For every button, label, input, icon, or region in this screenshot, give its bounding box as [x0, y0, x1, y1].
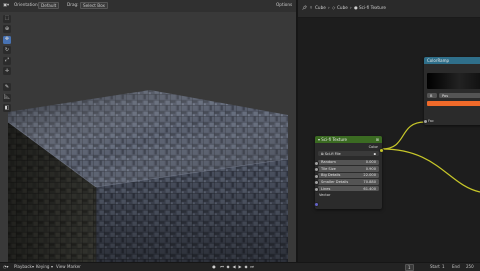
- keying-chevron-icon: ▾: [51, 264, 54, 269]
- add-cube-icon: ◧: [4, 104, 10, 111]
- scale-icon: ⤢: [4, 57, 9, 63]
- input-socket[interactable]: [313, 160, 319, 166]
- tool-separator: [3, 78, 13, 81]
- field-tile-size[interactable]: Tile Size 0.900: [313, 166, 379, 173]
- scifi-vector-socket[interactable]: [313, 202, 319, 207]
- scifi-output-label: Color: [368, 145, 378, 149]
- start-frame-field[interactable]: 1: [442, 264, 445, 269]
- tool-add-cube[interactable]: ◧: [3, 104, 11, 112]
- 3d-cursor-icon: ⊕: [4, 25, 10, 32]
- field-big-details[interactable]: Big Details 22.000: [313, 172, 379, 179]
- annotate-icon: ✎: [4, 83, 10, 90]
- play-icon[interactable]: ▶: [238, 265, 242, 269]
- playback-menu[interactable]: Playback: [14, 264, 32, 269]
- input-socket[interactable]: [313, 180, 319, 186]
- tool-measure[interactable]: 📐︎: [3, 93, 11, 102]
- field-smaller-details[interactable]: Smaller Details 70.880: [313, 179, 379, 186]
- node-link: [381, 121, 480, 193]
- options-menu[interactable]: Options: [276, 2, 292, 7]
- move-icon: ✥: [4, 36, 10, 42]
- colorramp-node-header[interactable]: ColorRamp: [424, 57, 480, 64]
- rotate-icon: ↻: [4, 46, 10, 53]
- colorramp-gradient[interactable]: [427, 73, 480, 89]
- scifi-texture-node[interactable]: ▾ Sci-fi Texture ⊞ Color ⧉ Sci-fi File ▪…: [313, 136, 384, 209]
- drag-dropdown[interactable]: Select Box: [80, 1, 109, 9]
- record-icon[interactable]: ●: [212, 265, 216, 269]
- scifi-file-selector[interactable]: ⧉ Sci-fi File ▪: [318, 151, 379, 157]
- next-key-icon[interactable]: ◆: [244, 265, 248, 269]
- scifi-cube-render: [7, 90, 289, 262]
- playback-chevron-icon: ▾: [32, 264, 35, 269]
- input-socket[interactable]: [313, 186, 319, 192]
- measure-icon: 📐︎: [3, 94, 11, 100]
- end-frame-field[interactable]: 250: [466, 264, 474, 269]
- tool-rotate[interactable]: ↻: [3, 46, 11, 54]
- tool-move[interactable]: ✥: [3, 35, 11, 44]
- scifi-node-title: Sci-fi Texture: [321, 137, 348, 142]
- node-tree-icon: ⧉ Sci-fi File: [321, 151, 341, 156]
- node-group-icon[interactable]: ⊞: [376, 137, 379, 142]
- field-spacer: [315, 156, 382, 158]
- scifi-color-output-socket[interactable]: [378, 147, 384, 153]
- jump-start-icon[interactable]: ⏮: [220, 265, 224, 269]
- keying-menu[interactable]: Keying: [36, 264, 49, 269]
- input-socket[interactable]: [313, 173, 319, 179]
- tool-transform[interactable]: ✛: [3, 67, 11, 75]
- jump-end-icon[interactable]: ⏭: [250, 265, 254, 269]
- tool-select[interactable]: ⬚: [3, 14, 11, 23]
- tool-annotate[interactable]: ✎: [3, 83, 11, 91]
- prev-key-icon[interactable]: ◆: [226, 265, 230, 269]
- field-lines[interactable]: Lines 61.400: [313, 185, 379, 192]
- drag-label: Drag:: [67, 2, 79, 7]
- play-reverse-icon[interactable]: ◀: [232, 265, 236, 269]
- colorramp-pos-field[interactable]: Pos: [439, 93, 480, 99]
- marker-menu[interactable]: Marker: [67, 264, 81, 269]
- tool-scale[interactable]: ⤢: [3, 56, 11, 65]
- view-menu[interactable]: View: [56, 264, 66, 269]
- timeline-editor-icon[interactable]: ◔▾: [3, 264, 9, 269]
- editor-type-icon[interactable]: ▣▾: [3, 2, 9, 7]
- orientation-label: Orientation:: [14, 2, 40, 7]
- transform-icon: ✛: [4, 67, 10, 74]
- field-random[interactable]: Random 0.000: [313, 159, 379, 166]
- input-socket[interactable]: [313, 167, 319, 173]
- colorramp-fac-socket[interactable]: [422, 119, 428, 124]
- colorramp-interp-button[interactable]: B: [427, 93, 437, 99]
- tool-cursor[interactable]: ⊕: [3, 25, 11, 33]
- orientation-dropdown[interactable]: Default: [38, 1, 60, 9]
- start-label: Start: [430, 264, 440, 269]
- colorramp-stop-color[interactable]: [427, 101, 480, 107]
- colorramp-node[interactable]: ColorRamp B Pos Fac: [422, 57, 480, 125]
- fake-user-icon[interactable]: ▪: [374, 152, 376, 156]
- current-frame-field[interactable]: 1: [405, 263, 414, 271]
- end-label: End: [452, 264, 460, 269]
- colorramp-node-title: ColorRamp: [427, 58, 450, 63]
- scifi-node-header[interactable]: ▾ Sci-fi Texture ⊞: [315, 136, 382, 143]
- tool-shelf: ⬚ ⊕ ✥ ↻ ⤢ ✛ ✎ 📐︎ ◧: [3, 12, 13, 115]
- colorramp-fac-label: Fac: [428, 119, 434, 123]
- 3d-viewport[interactable]: ⬚ ⊕ ✥ ↻ ⤢ ✛ ✎ 📐︎ ◧: [0, 12, 296, 262]
- select-cursor-icon: ⬚: [4, 15, 10, 21]
- shader-node-editor[interactable]: 📌︎ ▿ Cube › ◇ Cube › ● Sci-fi Texture Co…: [298, 0, 480, 262]
- scifi-vector-label: Vector: [319, 193, 331, 198]
